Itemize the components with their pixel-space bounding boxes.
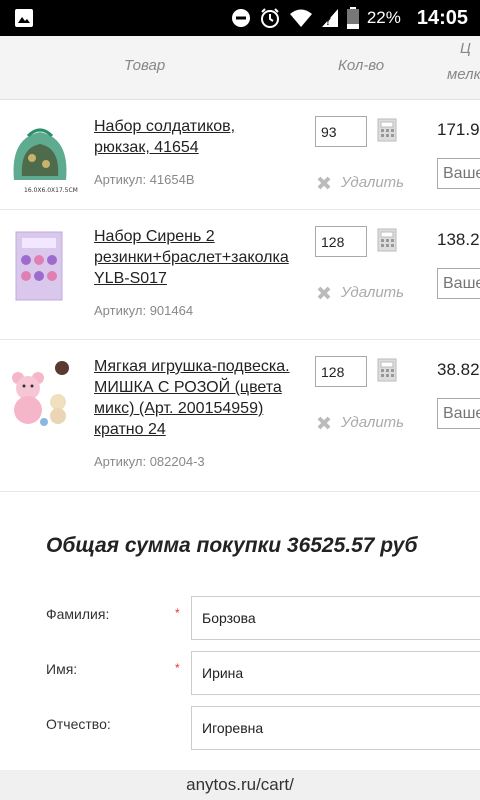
url-text: anytos.ru/cart/ bbox=[186, 775, 294, 794]
product-article: Артикул: 41654B bbox=[94, 172, 195, 187]
product-image-lilac-set[interactable] bbox=[2, 228, 78, 304]
clock: 14:05 bbox=[416, 6, 468, 29]
product-name-link[interactable]: Набор солдатиков, рюкзак, 41654 bbox=[94, 116, 294, 158]
first-name-input[interactable] bbox=[191, 651, 480, 695]
table-header: Товар Кол-во Ц мелк bbox=[0, 36, 480, 100]
your-price-input[interactable] bbox=[437, 268, 480, 299]
your-price-input[interactable] bbox=[437, 398, 480, 429]
header-product: Товар bbox=[124, 57, 166, 74]
close-icon bbox=[317, 176, 331, 189]
product-image-teddy-bear[interactable] bbox=[2, 358, 78, 434]
last-name-input[interactable] bbox=[191, 596, 480, 640]
first-name-label: Имя: bbox=[46, 661, 78, 677]
required-marker: * bbox=[175, 661, 180, 675]
product-name-link[interactable]: Набор Сирень 2 резинки+браслет+заколка Y… bbox=[94, 226, 294, 289]
quantity-input[interactable] bbox=[315, 356, 367, 387]
close-icon bbox=[317, 286, 331, 299]
close-icon bbox=[317, 416, 331, 429]
item-price: 38.82 bbox=[437, 360, 480, 379]
wifi-icon bbox=[289, 9, 312, 27]
delete-label: Удалить bbox=[341, 174, 405, 191]
product-article: Артикул: 901464 bbox=[94, 303, 194, 318]
cart-item-row: 16.0X6.0X17.5CM Набор солдатиков, рюкзак… bbox=[0, 100, 480, 210]
calculator-icon[interactable] bbox=[377, 118, 397, 142]
item-price: 138.2 bbox=[437, 230, 480, 249]
item-price: 171.9 bbox=[437, 120, 480, 139]
header-quantity: Кол-во bbox=[338, 57, 385, 74]
delete-button[interactable]: Удалить bbox=[316, 414, 404, 431]
svg-text:?: ? bbox=[325, 14, 331, 28]
do-not-disturb-icon bbox=[231, 9, 250, 27]
alarm-icon bbox=[260, 8, 279, 28]
patronymic-input[interactable] bbox=[191, 706, 480, 750]
browser-url-bar[interactable]: anytos.ru/cart/ bbox=[0, 770, 480, 800]
required-marker: * bbox=[175, 606, 180, 620]
cart-page: Товар Кол-во Ц мелк 16.0X6.0X17.5CM Набо… bbox=[0, 36, 480, 770]
order-total: Общая сумма покупки 36525.57 руб bbox=[46, 534, 418, 557]
thumb-caption: 16.0X6.0X17.5CM bbox=[24, 187, 78, 194]
status-right: ? 22% 14:05 bbox=[231, 0, 468, 36]
quantity-input[interactable] bbox=[315, 226, 367, 257]
product-image-soldiers-backpack[interactable]: 16.0X6.0X17.5CM bbox=[2, 118, 78, 194]
product-name-link[interactable]: Мягкая игрушка-подвеска. МИШКА С РОЗОЙ (… bbox=[94, 356, 294, 440]
cart-item-row: Мягкая игрушка-подвеска. МИШКА С РОЗОЙ (… bbox=[0, 340, 480, 492]
delete-label: Удалить bbox=[341, 414, 405, 431]
delete-button[interactable]: Удалить bbox=[316, 284, 404, 301]
delete-label: Удалить bbox=[341, 284, 405, 301]
status-bar: ? 22% 14:05 bbox=[0, 0, 480, 36]
battery-icon bbox=[346, 7, 359, 29]
delete-button[interactable]: Удалить bbox=[316, 174, 404, 191]
cart-item-row: Набор Сирень 2 резинки+браслет+заколка Y… bbox=[0, 210, 480, 340]
header-price-top: Ц bbox=[460, 40, 471, 57]
quantity-input[interactable] bbox=[315, 116, 367, 147]
header-price: мелк bbox=[447, 66, 480, 83]
signal-icon: ? bbox=[321, 9, 338, 28]
your-price-input[interactable] bbox=[437, 158, 480, 189]
image-notification-icon bbox=[15, 9, 33, 27]
calculator-icon[interactable] bbox=[377, 358, 397, 382]
product-article: Артикул: 082204-3 bbox=[94, 454, 205, 469]
calculator-icon[interactable] bbox=[377, 228, 397, 252]
last-name-label: Фамилия: bbox=[46, 606, 110, 622]
battery-percent: 22% bbox=[366, 8, 401, 27]
patronymic-label: Отчество: bbox=[46, 716, 111, 732]
